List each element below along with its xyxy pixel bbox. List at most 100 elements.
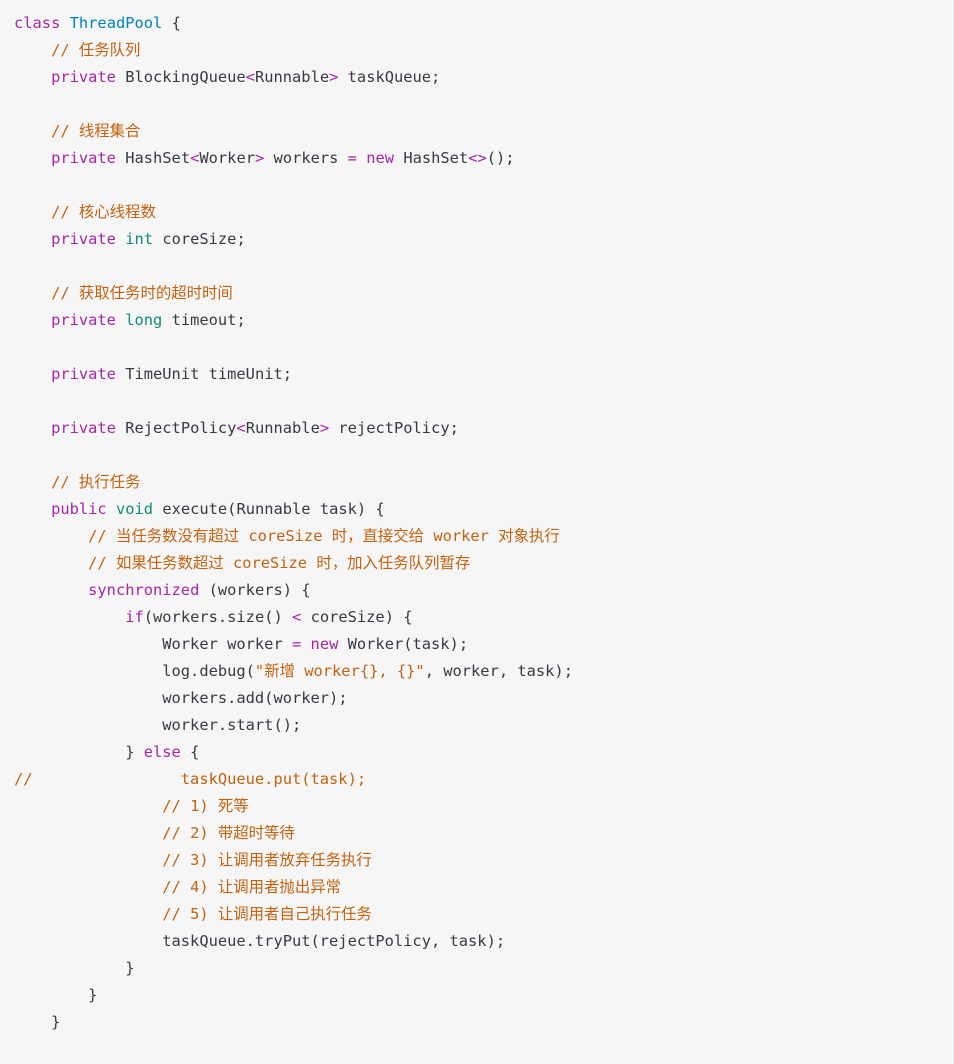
code-token: Runnable — [254, 68, 330, 86]
code-line: private BlockingQueue<Runnable> taskQueu… — [14, 64, 573, 91]
code-token: TimeUnit timeUnit; — [115, 365, 293, 383]
code-token: // 核心线程数 — [51, 203, 156, 221]
code-editor: class ThreadPool { // 任务队列 private Block… — [0, 0, 954, 1064]
code-token: < — [245, 68, 255, 86]
code-token: // 执行任务 — [51, 473, 141, 491]
code-token: , worker, task); — [424, 662, 573, 680]
code-token: // 任务队列 — [51, 41, 141, 59]
code-line: } else { — [14, 739, 573, 766]
code-token: // 5) 让调用者自己执行任务 — [162, 905, 372, 923]
code-token: BlockingQueue — [115, 68, 246, 86]
code-token: execute(Runnable task) { — [153, 500, 385, 518]
code-token: = — [291, 635, 302, 653]
code-token: Worker — [199, 149, 255, 167]
code-token: workers.add(worker); — [14, 689, 348, 707]
code-token: // taskQueue.put(task); — [14, 770, 367, 788]
code-token: > — [254, 149, 265, 167]
code-token: else — [143, 743, 181, 761]
code-line: // 1) 死等 — [14, 793, 573, 820]
code-line: } — [14, 1009, 573, 1036]
code-token: // 1) 死等 — [162, 797, 249, 815]
code-line: private RejectPolicy<Runnable> rejectPol… — [14, 415, 573, 442]
code-token: workers — [264, 149, 348, 167]
code-token: "新增 worker{}, {}" — [254, 662, 425, 680]
code-token: HashSet — [115, 149, 191, 167]
code-line: } — [14, 982, 573, 1009]
code-token: // 3) 让调用者放弃任务执行 — [162, 851, 372, 869]
code-line: private HashSet<Worker> workers = new Ha… — [14, 145, 573, 172]
code-token: Worker worker — [14, 635, 292, 653]
code-token: // 4) 让调用者抛出异常 — [162, 878, 341, 896]
code-token: private — [51, 149, 116, 167]
code-line: // 3) 让调用者放弃任务执行 — [14, 847, 573, 874]
code-token: void — [115, 500, 154, 518]
code-line: class ThreadPool { — [14, 10, 573, 37]
code-token: worker.start(); — [14, 716, 302, 734]
code-token: RejectPolicy — [115, 419, 237, 437]
code-line: // 当任务数没有超过 coreSize 时，直接交给 worker 对象执行 — [14, 523, 573, 550]
code-token: coreSize) { — [301, 608, 413, 626]
code-line: // 线程集合 — [14, 118, 573, 145]
code-token: timeout; — [162, 311, 246, 329]
code-token: public — [51, 500, 107, 518]
code-token: rejectPolicy; — [329, 419, 459, 437]
code-token: HashSet — [394, 149, 469, 167]
code-token: Worker(task); — [338, 635, 469, 653]
code-token: (workers) { — [199, 581, 311, 599]
code-line: public void execute(Runnable task) { — [14, 496, 573, 523]
code-token: int — [125, 230, 154, 248]
code-token: log.debug( — [14, 662, 255, 680]
code-token: { — [180, 743, 200, 761]
code-token: } — [14, 986, 98, 1004]
code-token: class — [14, 14, 61, 32]
code-token: private — [51, 365, 116, 383]
code-token: if — [125, 608, 144, 626]
code-line: private TimeUnit timeUnit; — [14, 361, 573, 388]
code-line: // taskQueue.put(task); — [14, 766, 573, 793]
code-line: synchronized (workers) { — [14, 577, 573, 604]
code-token: Runnable — [245, 419, 320, 437]
code-line: // 执行任务 — [14, 469, 573, 496]
code-line: if(workers.size() < coreSize) { — [14, 604, 573, 631]
code-line: workers.add(worker); — [14, 685, 573, 712]
code-token: long — [125, 311, 163, 329]
code-line: // 如果任务数超过 coreSize 时，加入任务队列暂存 — [14, 550, 573, 577]
code-token: ThreadPool — [69, 14, 163, 32]
code-token: > — [319, 419, 330, 437]
code-line: private int coreSize; — [14, 226, 573, 253]
code-token: private — [51, 230, 116, 248]
code-line: // 5) 让调用者自己执行任务 — [14, 901, 573, 928]
code-token: > — [329, 68, 339, 86]
code-token: taskQueue; — [338, 68, 441, 86]
code-token: { — [162, 14, 181, 32]
code-token: new — [366, 149, 395, 167]
code-block: class ThreadPool { // 任务队列 private Block… — [14, 10, 573, 1036]
code-token: taskQueue.tryPut(rejectPolicy, task); — [14, 932, 506, 950]
code-token: private — [51, 68, 116, 86]
